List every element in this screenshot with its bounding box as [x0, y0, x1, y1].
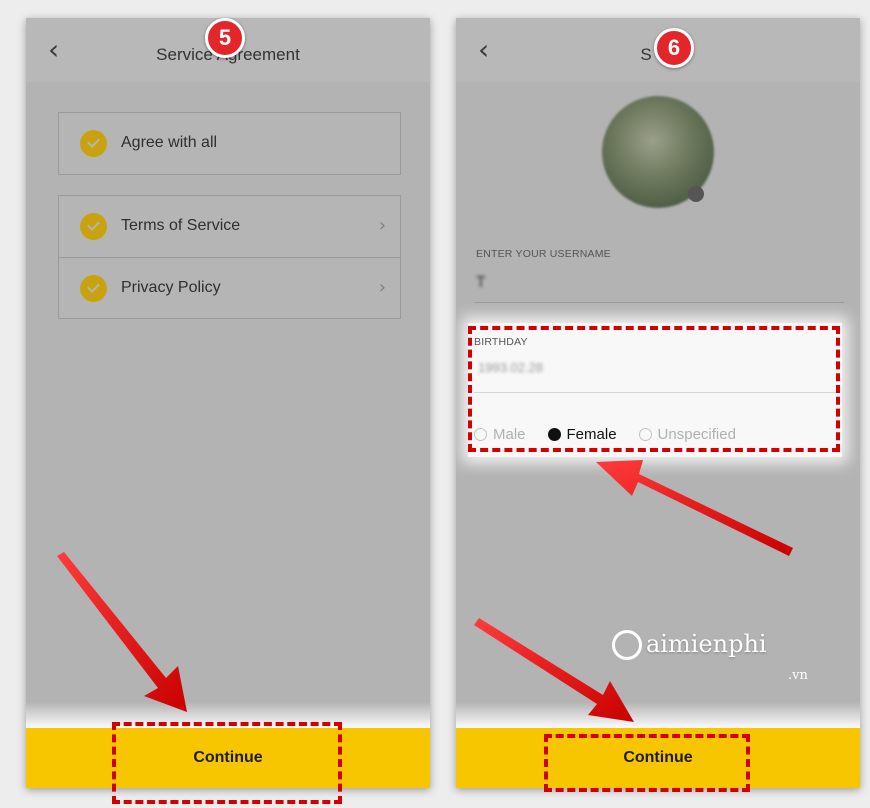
watermark-logo-icon: [612, 630, 642, 660]
chevron-right-icon: ›: [378, 215, 386, 236]
terms-label: Terms of Service: [121, 217, 241, 234]
agree-all-card[interactable]: Agree with all: [58, 112, 401, 175]
watermark-brand: aimienphi: [646, 630, 767, 658]
username-field[interactable]: T: [476, 274, 486, 292]
terms-of-service-row[interactable]: Terms of Service ›: [59, 196, 400, 257]
watermark-suffix: .vn: [788, 668, 808, 683]
camera-icon[interactable]: [688, 186, 704, 202]
username-caption: ENTER YOUR USERNAME: [476, 248, 611, 260]
birthday-gender-highlight-box: [468, 326, 840, 452]
continue-highlight-box: [112, 722, 342, 804]
agree-all-row[interactable]: Agree with all: [59, 113, 400, 174]
step-badge-5: 5: [205, 18, 245, 58]
privacy-label: Privacy Policy: [121, 279, 221, 296]
privacy-policy-row[interactable]: Privacy Policy ›: [59, 257, 400, 318]
agreement-list: Terms of Service › Privacy Policy ›: [58, 195, 401, 319]
chevron-right-icon: ›: [378, 277, 386, 298]
check-icon[interactable]: [80, 213, 107, 240]
divider: [474, 302, 844, 303]
agree-all-label: Agree with all: [121, 134, 218, 151]
check-icon[interactable]: [80, 275, 107, 302]
service-agreement-screen: ‹ Service Agreement Agree with all Terms…: [26, 18, 430, 788]
continue-highlight-box: [544, 734, 750, 792]
step-badge-6: 6: [654, 28, 694, 68]
continue-highlight-glow: [456, 702, 860, 728]
check-icon[interactable]: [80, 130, 107, 157]
